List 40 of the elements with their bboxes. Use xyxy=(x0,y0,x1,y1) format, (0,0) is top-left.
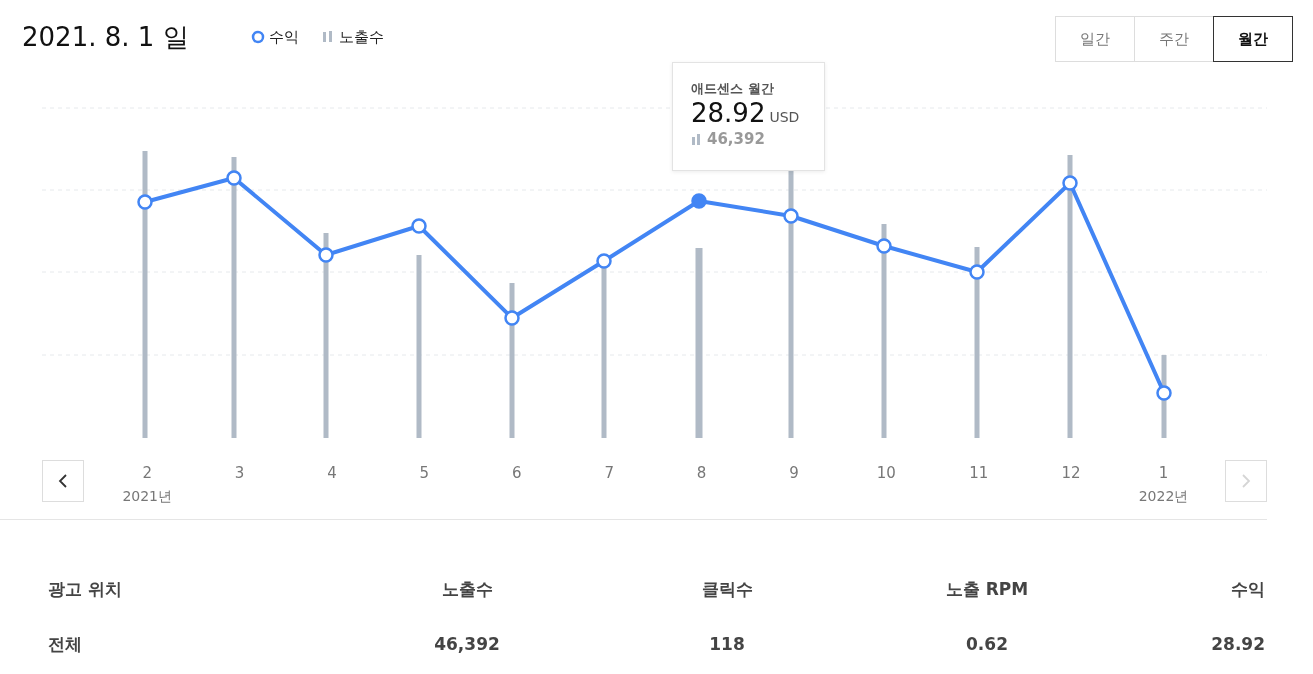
bar-icon xyxy=(320,30,335,45)
month-label: 1 xyxy=(1157,463,1170,484)
column-header: 노출 RPM xyxy=(944,577,1030,601)
month-label: 5 xyxy=(418,463,431,484)
month-label: 4 xyxy=(326,463,338,484)
period-tab[interactable]: 주간 xyxy=(1134,16,1214,62)
tooltip-impressions: 46,392 xyxy=(707,128,765,150)
legend-label: 수익 xyxy=(268,27,299,48)
table-cell-text: 118 xyxy=(708,632,746,656)
year-label: 2022년 xyxy=(1137,487,1190,506)
column-header: 광고 위치 xyxy=(47,577,123,601)
month-label: 9 xyxy=(788,463,800,484)
table-cell-text: 28.92 xyxy=(1210,632,1266,656)
revenue-dot-icon xyxy=(250,30,265,45)
month-label: 10 xyxy=(875,463,897,484)
month-label: 6 xyxy=(511,463,523,484)
legend-label: 노출수 xyxy=(338,27,384,48)
table-cell-text: 0.62 xyxy=(965,632,1009,656)
date-title: 2021. 8. 1 일 xyxy=(22,21,189,54)
tooltip-value: 28.92 xyxy=(691,98,766,128)
year-label: 2021년 xyxy=(121,487,173,506)
month-label: 2 xyxy=(141,463,153,484)
period-tab[interactable]: 일간 xyxy=(1055,16,1135,62)
month-label: 12 xyxy=(1060,463,1082,484)
tooltip-unit: USD xyxy=(769,107,800,127)
month-label: 7 xyxy=(603,463,615,484)
table-cell-text: 46,392 xyxy=(433,632,501,656)
tooltip-title: 애드센스 월간 xyxy=(691,80,775,98)
chevron-left-icon xyxy=(58,474,68,488)
month-label: 3 xyxy=(233,463,246,484)
chevron-right-icon xyxy=(1240,474,1251,488)
table-cell-text: 전체 xyxy=(47,632,83,656)
bar-icon xyxy=(691,132,703,145)
month-label: 8 xyxy=(695,463,708,484)
month-label: 11 xyxy=(968,463,990,484)
column-header: 수익 xyxy=(1230,577,1266,601)
column-header: 노출수 xyxy=(440,577,494,601)
period-tab[interactable]: 월간 xyxy=(1213,16,1293,62)
column-header: 클릭수 xyxy=(700,577,754,601)
previous-button[interactable] xyxy=(42,460,84,502)
